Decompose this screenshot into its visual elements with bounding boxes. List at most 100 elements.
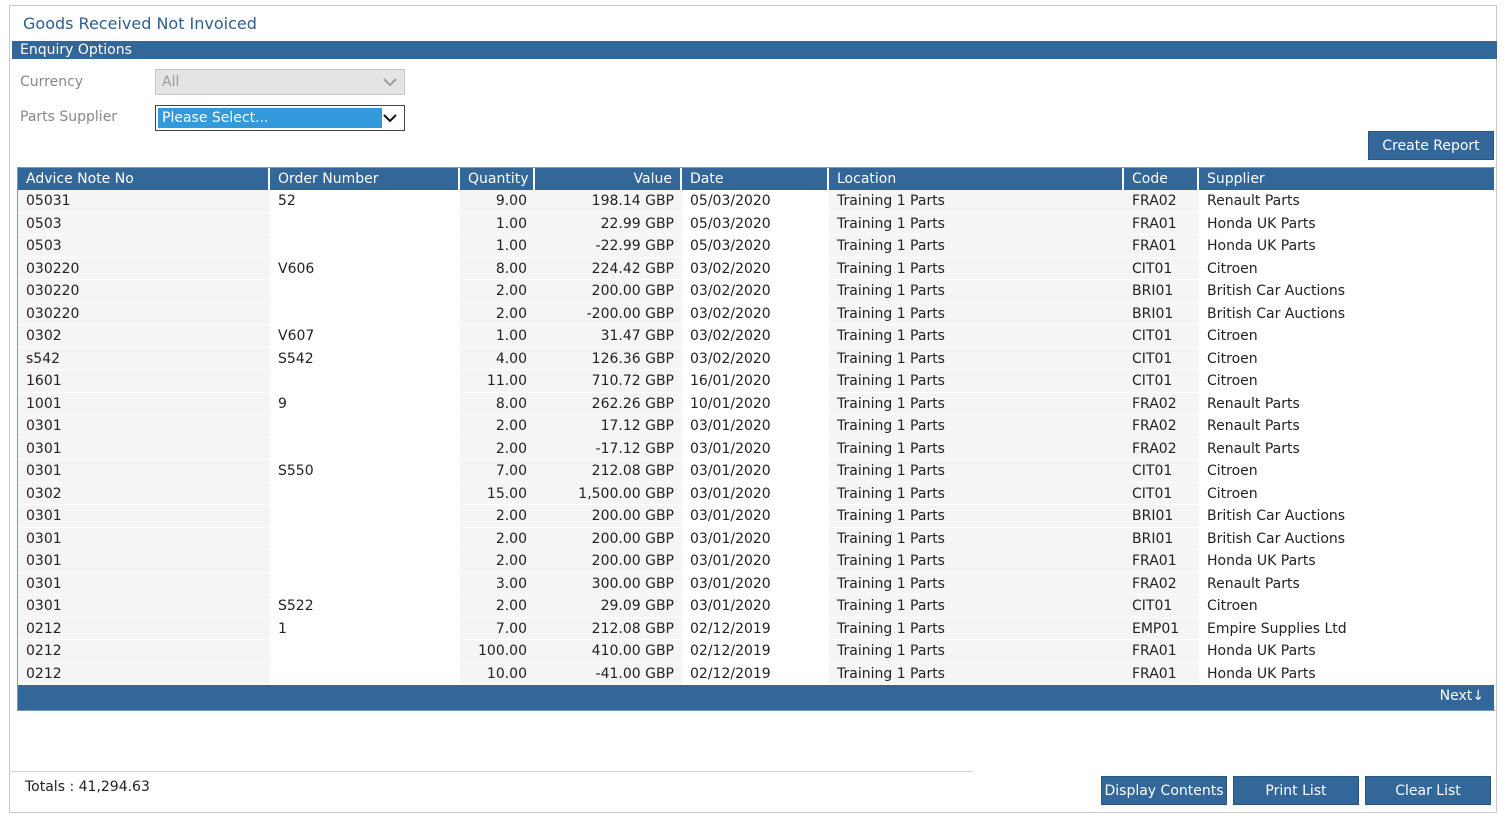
cell-location: Training 1 Parts <box>837 553 945 569</box>
cell-date: 05/03/2020 <box>690 238 771 254</box>
cell-quantity: 2.00 <box>495 508 527 524</box>
table-row[interactable]: 0503 1.00 -22.99 GBP 05/03/2020 Training 1 P… <box>18 235 1494 258</box>
cell-supplier: Renault Parts <box>1207 193 1300 209</box>
cell-order-number: V606 <box>278 260 315 277</box>
table-row[interactable]: 030220 V606 8.00 224.42 GBP 03/02/2020 Traini… <box>18 258 1494 280</box>
table-row[interactable]: 0302 15.00 1,500.00 GBP 03/01/2020 Training … <box>18 483 1494 505</box>
cell-code: FRA02 <box>1132 418 1177 434</box>
cell-order-number <box>270 483 460 505</box>
cell-date: 03/01/2020 <box>690 553 771 569</box>
cell-date: 03/01/2020 <box>690 440 771 457</box>
parts-supplier-select[interactable]: Please Select... <box>155 105 405 131</box>
table-row[interactable]: 0302 V607 1.00 31.47 GBP 03/02/2020 Training … <box>18 325 1494 348</box>
cell-location: Training 1 Parts <box>837 350 945 367</box>
table-body: 05031 52 9.00 198.14 GBP 05/03/2020 Training … <box>18 190 1494 685</box>
cell-order-number <box>270 528 460 550</box>
header-quantity[interactable]: Quantity <box>460 168 535 190</box>
header-advice-note-no[interactable]: Advice Note No <box>18 168 270 190</box>
table-row[interactable]: 1601 11.00 710.72 GBP 16/01/2020 Training 1 … <box>18 370 1494 393</box>
cell-order-number <box>270 213 460 235</box>
cell-date: 03/02/2020 <box>690 305 771 322</box>
cell-order-number <box>270 370 460 392</box>
table-row[interactable]: s542 S542 4.00 126.36 GBP 03/02/2020 Training… <box>18 348 1494 370</box>
cell-advice-note-no: 030220 <box>26 260 80 277</box>
cell-quantity: 11.00 <box>486 373 527 389</box>
header-order-number[interactable]: Order Number <box>270 168 460 190</box>
cell-quantity: 2.00 <box>495 418 527 434</box>
cell-code: CIT01 <box>1132 598 1173 614</box>
chevron-down-icon[interactable] <box>382 110 398 126</box>
cell-date: 03/02/2020 <box>690 283 771 299</box>
table-row[interactable]: 0212 1 7.00 212.08 GBP 02/12/2019 Training 1 … <box>18 618 1494 640</box>
cell-quantity: 1.00 <box>495 215 527 232</box>
cell-quantity: 8.00 <box>495 260 527 277</box>
cell-supplier: Empire Supplies Ltd <box>1207 620 1347 637</box>
cell-value: 212.08 GBP <box>591 620 674 637</box>
cell-order-number: 1 <box>278 620 287 637</box>
header-location[interactable]: Location <box>829 168 1124 190</box>
cell-order-number <box>270 438 460 460</box>
cell-value: 1,500.00 GBP <box>578 485 674 502</box>
cell-date: 03/01/2020 <box>690 530 771 547</box>
table-row[interactable]: 0503 1.00 22.99 GBP 05/03/2020 Training 1 Pa… <box>18 213 1494 235</box>
cell-value: 300.00 GBP <box>591 575 674 592</box>
cell-location: Training 1 Parts <box>837 395 945 412</box>
header-value[interactable]: Value <box>535 168 682 190</box>
table-row[interactable]: 0301 2.00 -17.12 GBP 03/01/2020 Training 1 P… <box>18 438 1494 460</box>
next-page-link[interactable]: Next↓ <box>1440 688 1484 704</box>
clear-list-button[interactable]: Clear List <box>1365 776 1491 805</box>
cell-location: Training 1 Parts <box>837 215 945 232</box>
table-row[interactable]: 0301 2.00 200.00 GBP 03/01/2020 Training 1 P… <box>18 528 1494 550</box>
cell-supplier: Citroen <box>1207 350 1258 367</box>
currency-value: All <box>162 74 180 90</box>
table-row[interactable]: 0301 2.00 200.00 GBP 03/01/2020 Training 1 P… <box>18 550 1494 573</box>
cell-code: CIT01 <box>1132 328 1173 344</box>
table-row[interactable]: 0301 S522 2.00 29.09 GBP 03/01/2020 Training … <box>18 595 1494 618</box>
cell-supplier: Renault Parts <box>1207 418 1300 434</box>
table-row[interactable]: 0301 3.00 300.00 GBP 03/01/2020 Training 1 P… <box>18 573 1494 595</box>
cell-order-number: S542 <box>278 350 314 367</box>
table-footer: Next↓ <box>18 685 1494 710</box>
table-row[interactable]: 0301 2.00 200.00 GBP 03/01/2020 Training 1 P… <box>18 505 1494 528</box>
cell-quantity: 4.00 <box>495 350 527 367</box>
table-row[interactable]: 0301 S550 7.00 212.08 GBP 03/01/2020 Training… <box>18 460 1494 483</box>
cell-supplier: Citroen <box>1207 328 1258 344</box>
table-row[interactable]: 0212 100.00 410.00 GBP 02/12/2019 Training 1… <box>18 640 1494 663</box>
cell-order-number <box>270 415 460 437</box>
cell-advice-note-no: 0301 <box>26 553 62 569</box>
table-row[interactable]: 1001 9 8.00 262.26 GBP 10/01/2020 Training 1 … <box>18 393 1494 415</box>
cell-advice-note-no: 0301 <box>26 418 62 434</box>
cell-advice-note-no: 0301 <box>26 598 62 614</box>
cell-advice-note-no: s542 <box>26 350 61 367</box>
cell-advice-note-no: 0212 <box>26 643 62 659</box>
cell-value: 212.08 GBP <box>591 463 674 479</box>
cell-value: -41.00 GBP <box>595 665 674 682</box>
cell-advice-note-no: 0302 <box>26 328 62 344</box>
cell-supplier: Citroen <box>1207 463 1258 479</box>
cell-value: 200.00 GBP <box>591 553 674 569</box>
header-code[interactable]: Code <box>1124 168 1199 190</box>
cell-value: 710.72 GBP <box>591 373 674 389</box>
cell-order-number <box>270 573 460 595</box>
create-report-button[interactable]: Create Report <box>1368 131 1494 160</box>
display-contents-button[interactable]: Display Contents <box>1101 776 1227 805</box>
table-row[interactable]: 0301 2.00 17.12 GBP 03/01/2020 Training 1 Pa… <box>18 415 1494 438</box>
cell-location: Training 1 Parts <box>837 643 945 659</box>
header-supplier[interactable]: Supplier <box>1199 168 1496 190</box>
table-row[interactable]: 05031 52 9.00 198.14 GBP 05/03/2020 Training … <box>18 190 1494 213</box>
table-row[interactable]: 030220 2.00 200.00 GBP 03/02/2020 Training 1… <box>18 280 1494 303</box>
cell-quantity: 2.00 <box>495 283 527 299</box>
cell-location: Training 1 Parts <box>837 665 945 682</box>
cell-quantity: 7.00 <box>495 620 527 637</box>
cell-quantity: 2.00 <box>495 553 527 569</box>
cell-advice-note-no: 0503 <box>26 215 62 232</box>
parts-supplier-value: Please Select... <box>158 108 382 128</box>
cell-advice-note-no: 0302 <box>26 485 62 502</box>
table-row[interactable]: 0212 10.00 -41.00 GBP 02/12/2019 Training 1 … <box>18 663 1494 685</box>
print-list-button[interactable]: Print List <box>1233 776 1359 805</box>
cell-location: Training 1 Parts <box>837 283 945 299</box>
cell-value: -200.00 GBP <box>586 305 674 322</box>
table-row[interactable]: 030220 2.00 -200.00 GBP 03/02/2020 Training … <box>18 303 1494 325</box>
header-date[interactable]: Date <box>682 168 829 190</box>
cell-code: BRI01 <box>1132 508 1174 524</box>
